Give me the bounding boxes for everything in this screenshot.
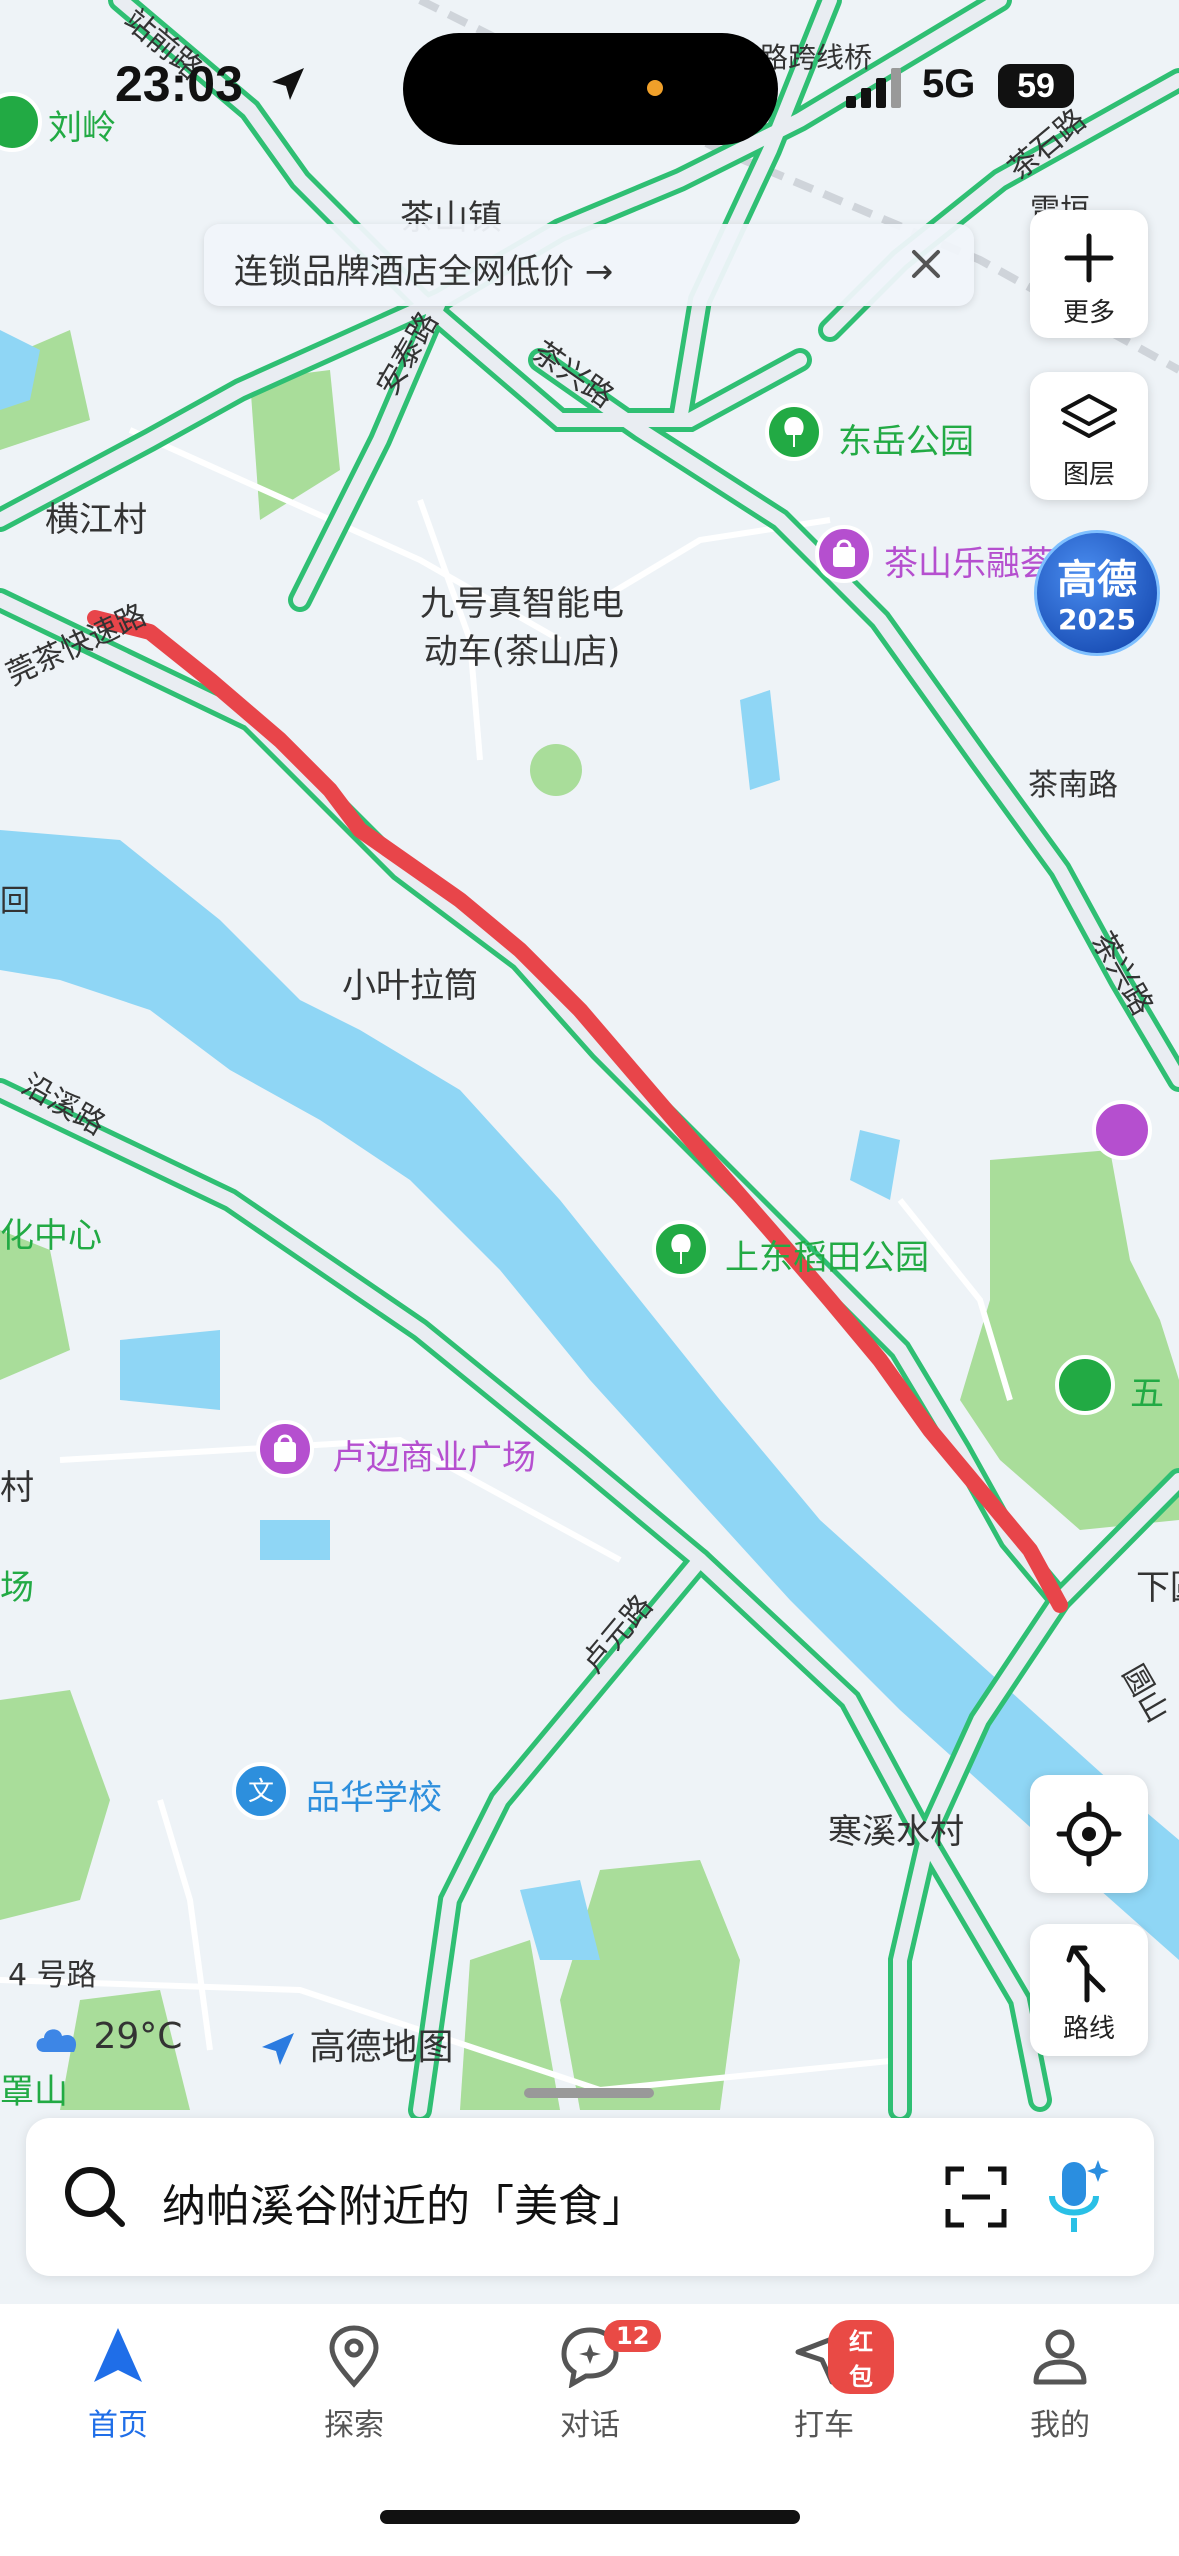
tab-profile[interactable]: 我的 xyxy=(990,2324,1130,2444)
park-icon[interactable] xyxy=(652,1220,710,1278)
label-pinhua-school: 品华学校 xyxy=(306,1778,442,1818)
label-xiayuan: 下圆 xyxy=(1136,1568,1179,1608)
label-shangdong-park: 上东稻田公园 xyxy=(725,1238,929,1278)
brand-name: 高德地图 xyxy=(309,2027,454,2068)
weather-indicator[interactable]: 29°C xyxy=(32,2016,182,2057)
user-icon xyxy=(1033,2329,1087,2385)
layers-button[interactable]: 图层 xyxy=(1030,372,1148,500)
label-zhaoshan: 罩山 xyxy=(0,2072,68,2112)
label-partial-cun: 村 xyxy=(0,1468,34,1508)
badge-year: 2025 xyxy=(1058,603,1136,636)
label-wu: 五 xyxy=(1130,1374,1164,1414)
label-chashan-lerong: 茶山乐融荟 xyxy=(884,544,1054,584)
promo-text[interactable]: 连锁品牌酒店全网低价 → xyxy=(234,244,613,293)
layers-label: 图层 xyxy=(1062,460,1115,490)
badge-title: 高德 xyxy=(1057,557,1137,603)
label-xiaoye: 小叶拉筒 xyxy=(342,966,478,1006)
location-arrow-icon xyxy=(272,68,304,100)
battery-icon: 59 xyxy=(998,64,1074,108)
cloud-icon xyxy=(36,2029,77,2052)
svg-text:文: 文 xyxy=(248,1777,274,1807)
home-indicator[interactable] xyxy=(380,2510,800,2524)
sheet-grabber[interactable] xyxy=(524,2088,654,2098)
label-jiuhao-store: 九号真智能电 动车(茶山店) xyxy=(420,584,624,672)
route-label: 路线 xyxy=(1062,2014,1115,2044)
layers-icon xyxy=(1061,394,1117,438)
status-bar: 23:03 5G 59 xyxy=(0,0,1179,150)
chat-badge: 12 xyxy=(604,2320,662,2352)
gaode-logo-icon xyxy=(262,2033,294,2065)
label-culture-center: 化中心 xyxy=(0,1216,102,1256)
tab-home[interactable]: 首页 xyxy=(48,2324,188,2444)
gaode-2025-badge[interactable]: 高德 2025 xyxy=(1034,530,1160,656)
plus-icon xyxy=(1064,233,1114,283)
microphone-icon[interactable] xyxy=(1042,2156,1112,2240)
weather-temp: 29°C xyxy=(93,2016,183,2057)
tab-explore[interactable]: 探索 xyxy=(284,2324,424,2444)
dynamic-island xyxy=(403,33,778,145)
tab-profile-label: 我的 xyxy=(1030,2408,1090,2443)
promo-banner[interactable]: 连锁品牌酒店全网低价 → xyxy=(204,224,974,306)
label-partial-hui: 回 xyxy=(0,884,30,919)
shopping-bag-icon[interactable] xyxy=(256,1420,314,1478)
red-packet-badge: 红包 xyxy=(828,2320,894,2394)
shopping-bag-icon[interactable] xyxy=(815,525,873,583)
route-arrow-icon xyxy=(1066,1945,1106,2003)
label-dongyue-park: 东岳公园 xyxy=(838,422,974,462)
gaode-brand: 高德地图 xyxy=(258,2018,453,2070)
signal-icon xyxy=(846,68,901,108)
status-time: 23:03 xyxy=(115,56,243,112)
crosshair-icon xyxy=(1056,1801,1122,1867)
tab-taxi[interactable]: 打车 红包 xyxy=(754,2320,894,2444)
search-bar[interactable]: 纳帕溪谷附近的「美食」 xyxy=(26,2118,1154,2276)
school-icon[interactable]: 文 xyxy=(232,1762,290,1820)
tab-chat-label: 对话 xyxy=(560,2408,620,2443)
tab-taxi-label: 打车 xyxy=(794,2408,854,2443)
park-icon[interactable] xyxy=(765,403,823,461)
more-button[interactable]: 更多 xyxy=(1030,210,1148,338)
label-road-4: 4 号路 xyxy=(8,1958,97,1993)
tab-home-label: 首页 xyxy=(88,2408,148,2443)
locate-button[interactable] xyxy=(1030,1775,1148,1893)
scan-icon[interactable] xyxy=(944,2165,1008,2229)
route-button[interactable]: 路线 xyxy=(1030,1924,1148,2056)
location-pin-icon xyxy=(329,2325,379,2388)
close-icon[interactable] xyxy=(900,238,952,290)
label-hanxi-village: 寒溪水村 xyxy=(828,1812,964,1852)
camera-indicator-icon xyxy=(647,80,663,96)
network-type: 5G xyxy=(922,62,976,106)
search-input[interactable]: 纳帕溪谷附近的「美食」 xyxy=(162,2170,646,2234)
label-hengjiang: 横江村 xyxy=(45,500,147,540)
tab-explore-label: 探索 xyxy=(324,2408,384,2443)
navigation-arrow-icon xyxy=(94,2328,142,2382)
label-partial-chang: 场 xyxy=(0,1568,34,1608)
more-label: 更多 xyxy=(1062,298,1115,328)
label-lubian-plaza: 卢边商业广场 xyxy=(332,1438,536,1478)
tab-chat[interactable]: 对话 12 xyxy=(520,2320,662,2444)
search-icon xyxy=(65,2167,125,2227)
label-chanan-road: 茶南路 xyxy=(1028,768,1118,803)
